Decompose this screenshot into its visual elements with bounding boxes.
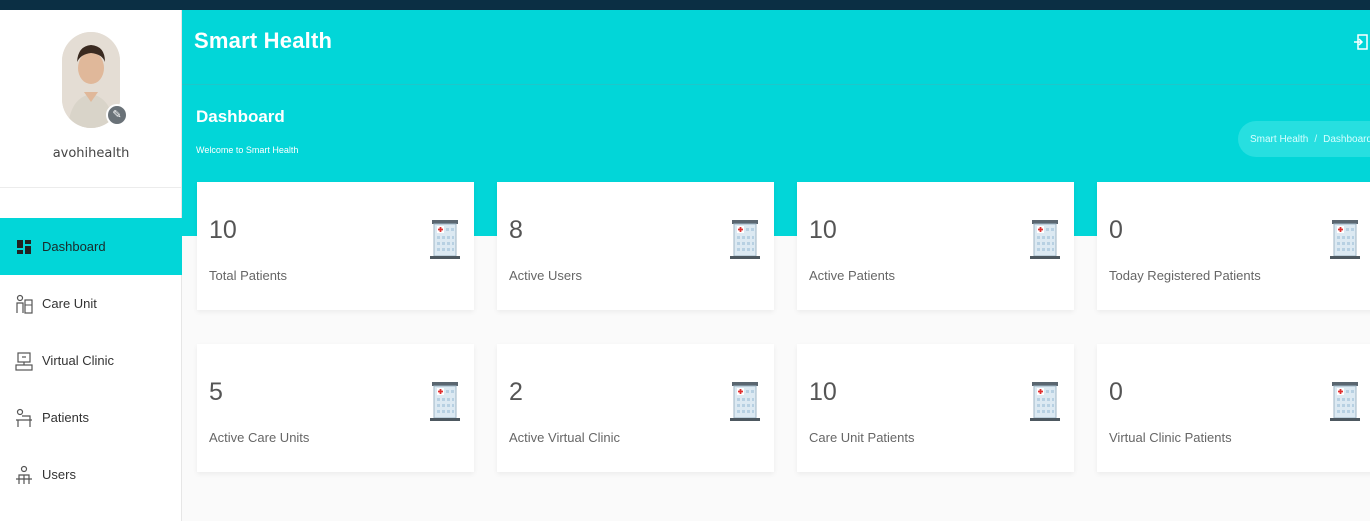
avatar[interactable]: ✎	[62, 32, 128, 128]
sidebar-nav: Dashboard Care Unit Virtual Clinic Patie…	[0, 218, 182, 503]
stat-value: 2	[509, 378, 523, 406]
dashboard-icon	[14, 236, 34, 258]
username: avohihealth	[52, 146, 130, 161]
hospital-icon	[1030, 218, 1060, 264]
stat-value: 10	[809, 378, 837, 406]
stat-card-active-care-units[interactable]: 5 Active Care Units	[197, 344, 474, 472]
sidebar-item-users[interactable]: Users	[0, 446, 182, 503]
stat-label: Total Patients	[209, 268, 288, 283]
stat-label: Care Unit Patients	[809, 430, 915, 445]
stat-value: 10	[809, 216, 837, 244]
sidebar-item-patients[interactable]: Patients	[0, 389, 182, 446]
stat-card-care-unit-patients[interactable]: 10 Care Unit Patients	[797, 344, 1074, 472]
stat-value: 8	[509, 216, 523, 244]
sidebar-item-label: Virtual Clinic	[42, 353, 115, 368]
hospital-icon	[730, 218, 760, 264]
hospital-icon	[430, 380, 460, 426]
stat-card-virtual-clinic-patients[interactable]: 0 Virtual Clinic Patients	[1097, 344, 1370, 472]
patients-icon	[14, 407, 34, 429]
topbar: Smart Health	[182, 10, 1370, 84]
care-unit-icon	[14, 293, 34, 315]
stat-label: Active Care Units	[209, 430, 310, 445]
breadcrumb-separator: /	[1314, 133, 1318, 145]
sidebar-item-care-unit[interactable]: Care Unit	[0, 275, 182, 332]
hospital-icon	[430, 218, 460, 264]
stat-label: Virtual Clinic Patients	[1109, 430, 1232, 445]
users-icon	[14, 464, 34, 486]
stat-card-today-registered[interactable]: 0 Today Registered Patients	[1097, 182, 1370, 310]
sidebar-item-label: Users	[42, 467, 76, 482]
hospital-icon	[730, 380, 760, 426]
stat-value: 0	[1109, 216, 1123, 244]
sidebar-item-label: Dashboard	[42, 239, 106, 254]
profile-section: ✎ avohihealth	[0, 10, 181, 188]
logout-icon[interactable]	[1354, 32, 1368, 52]
page-subtitle: Welcome to Smart Health	[196, 145, 299, 155]
sidebar-item-dashboard[interactable]: Dashboard	[0, 218, 182, 275]
edit-icon[interactable]: ✎	[106, 104, 128, 126]
stat-value: 0	[1109, 378, 1123, 406]
stat-card-active-patients[interactable]: 10 Active Patients	[797, 182, 1074, 310]
stat-label: Today Registered Patients	[1109, 268, 1261, 283]
stat-card-total-patients[interactable]: 10 Total Patients	[197, 182, 474, 310]
sidebar: ✎ avohihealth Dashboard Care Unit Virtua…	[0, 10, 182, 521]
virtual-clinic-icon	[14, 350, 34, 372]
stat-label: Active Virtual Clinic	[509, 430, 621, 445]
sidebar-item-virtual-clinic[interactable]: Virtual Clinic	[0, 332, 182, 389]
app-frame: ✎ avohihealth Dashboard Care Unit Virtua…	[0, 10, 1370, 521]
stat-card-active-users[interactable]: 8 Active Users	[497, 182, 774, 310]
stat-label: Active Patients	[809, 268, 895, 283]
page-title: Dashboard	[196, 107, 285, 126]
app-title[interactable]: Smart Health	[194, 28, 332, 54]
sidebar-item-label: Patients	[42, 410, 89, 425]
sidebar-item-label: Care Unit	[42, 296, 97, 311]
hospital-icon	[1330, 218, 1360, 264]
stat-value: 5	[209, 378, 223, 406]
hospital-icon	[1030, 380, 1060, 426]
stat-value: 10	[209, 216, 237, 244]
stat-label: Active Users	[509, 268, 582, 283]
breadcrumb: Smart Health / Dashboard	[1238, 121, 1370, 157]
hospital-icon	[1330, 380, 1360, 426]
breadcrumb-link-home[interactable]: Smart Health	[1250, 134, 1308, 145]
breadcrumb-current: Dashboard	[1323, 133, 1370, 145]
stat-card-active-virtual-clinic[interactable]: 2 Active Virtual Clinic	[497, 344, 774, 472]
